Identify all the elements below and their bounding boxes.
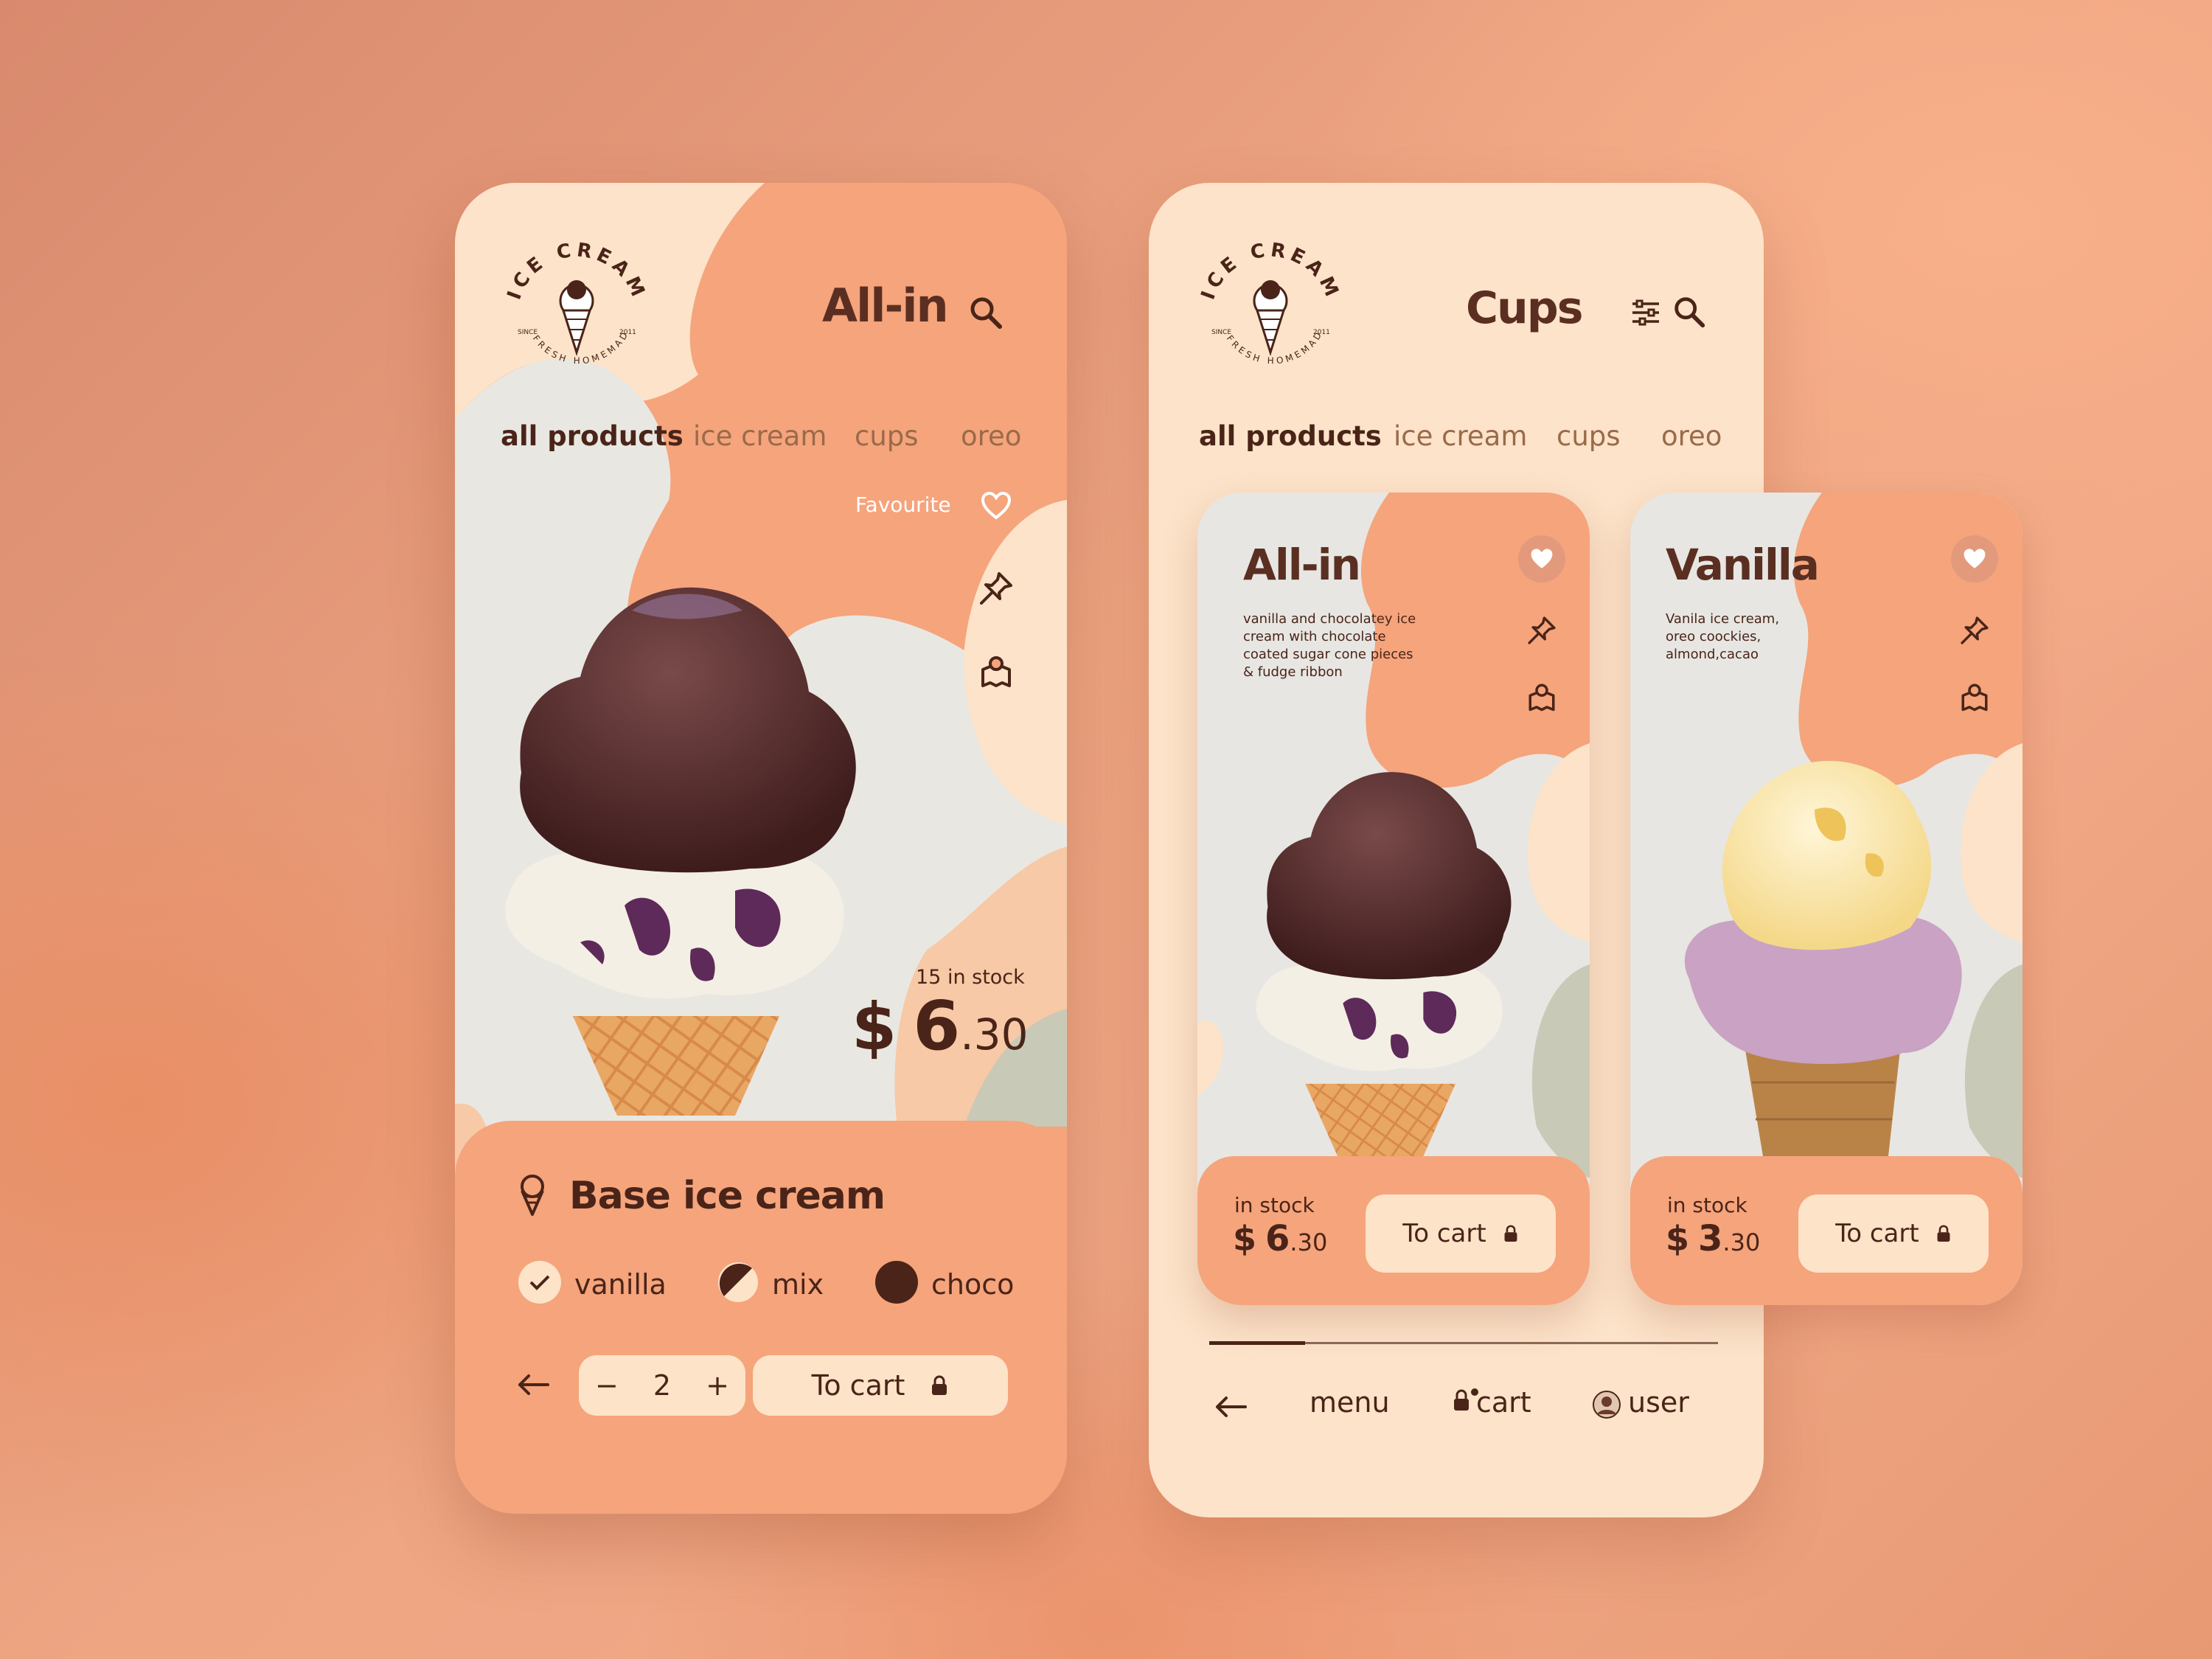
to-cart-button[interactable]: To cart	[1798, 1194, 1989, 1273]
price: $ 6 .30	[1233, 1218, 1327, 1259]
to-cart-label: To cart	[1835, 1219, 1919, 1248]
option-label-mix: mix	[772, 1268, 824, 1301]
pin-icon[interactable]	[1523, 612, 1560, 649]
svg-text:2011: 2011	[1313, 329, 1330, 336]
tab-ice-cream[interactable]: ice cream	[693, 420, 827, 452]
increment-button[interactable]: +	[706, 1369, 729, 1402]
card-title: All-in	[1243, 540, 1361, 590]
tab-oreo[interactable]: oreo	[961, 420, 1021, 452]
nav-cart[interactable]: cart	[1476, 1386, 1531, 1419]
price: $ 6 .30	[852, 987, 1029, 1065]
product-detail-screen: ICE CREAM FRESH HOMEMADE SINCE 2011 All-…	[455, 183, 1067, 1514]
price-cents: .30	[1290, 1228, 1328, 1256]
svg-text:SINCE: SINCE	[518, 329, 538, 336]
page-title: All-in	[822, 279, 949, 333]
to-cart-button[interactable]: To cart	[753, 1355, 1008, 1416]
check-icon[interactable]	[518, 1261, 561, 1304]
arrow-left-icon[interactable]	[514, 1370, 552, 1399]
tab-ice-cream[interactable]: ice cream	[1394, 420, 1527, 452]
stock-label: in stock	[1667, 1193, 1747, 1217]
nav-menu[interactable]: menu	[1310, 1386, 1390, 1419]
price: $ 3 .30	[1666, 1218, 1760, 1259]
lock-icon	[932, 1375, 947, 1395]
price-currency: $	[852, 989, 897, 1065]
price-main: 6	[913, 987, 961, 1065]
tab-all-products[interactable]: all products	[501, 420, 684, 452]
map-icon[interactable]	[1958, 680, 1992, 714]
options-sheet: Base ice cream vanilla mix choco − 2 + T…	[455, 1121, 1067, 1514]
to-cart-label: To cart	[811, 1369, 905, 1402]
price-currency: $	[1666, 1219, 1690, 1259]
brand-logo: ICE CREAM FRESH HOMEMADE SINCE 2011	[495, 231, 646, 366]
search-icon[interactable]	[965, 292, 1006, 333]
cone-icon	[514, 1172, 551, 1218]
card-description: vanilla and chocolatey ice cream with ch…	[1243, 611, 1416, 680]
tab-cups[interactable]: cups	[855, 420, 919, 452]
tab-cups[interactable]: cups	[1557, 420, 1621, 452]
svg-text:SINCE: SINCE	[1211, 329, 1231, 336]
lock-icon	[1937, 1225, 1950, 1242]
card-footer: in stock $ 3 .30 To cart	[1630, 1156, 2023, 1305]
quantity-stepper: − 2 +	[579, 1355, 745, 1416]
product-card-all-in[interactable]: All-in vanilla and chocolatey ice cream …	[1197, 493, 1590, 1305]
decrement-button[interactable]: −	[595, 1369, 619, 1402]
choco-swatch[interactable]	[875, 1261, 918, 1304]
card-footer: in stock $ 6 .30 To cart	[1197, 1156, 1590, 1305]
option-label-choco: choco	[931, 1268, 1015, 1301]
quantity-value: 2	[653, 1369, 672, 1402]
heart-icon[interactable]	[980, 490, 1012, 522]
card-title: Vanilla	[1666, 540, 1820, 590]
product-card-vanilla[interactable]: Vanilla Vanila ice cream, oreo coockies,…	[1630, 493, 2023, 1305]
to-cart-label: To cart	[1402, 1219, 1486, 1248]
price-currency: $	[1233, 1219, 1257, 1259]
price-cents: .30	[1722, 1228, 1761, 1256]
stock-label: in stock	[1234, 1193, 1315, 1217]
ice-cream-image	[1256, 772, 1512, 1156]
mix-swatch[interactable]	[717, 1261, 759, 1304]
pin-icon[interactable]	[1956, 612, 1993, 649]
map-icon[interactable]	[1525, 680, 1559, 714]
search-icon[interactable]	[1669, 292, 1709, 332]
ice-cream-image	[1684, 760, 1962, 1156]
heart-icon[interactable]	[1951, 535, 1998, 582]
page-title: Cups	[1466, 282, 1583, 334]
filter-icon[interactable]	[1628, 295, 1663, 330]
scroll-indicator	[1209, 1341, 1305, 1345]
lock-icon	[1504, 1225, 1517, 1242]
price-cents: .30	[960, 1009, 1029, 1060]
svg-text:2011: 2011	[619, 329, 636, 336]
option-label-vanilla: vanilla	[574, 1268, 667, 1301]
tab-all-products[interactable]: all products	[1199, 420, 1382, 452]
tab-oreo[interactable]: oreo	[1661, 420, 1722, 452]
card-description: Vanila ice cream, oreo coockies, almond,…	[1666, 611, 1780, 662]
to-cart-button[interactable]: To cart	[1366, 1194, 1556, 1273]
avatar[interactable]	[1593, 1391, 1621, 1419]
price-main: 6	[1265, 1218, 1290, 1259]
arrow-left-icon[interactable]	[1211, 1392, 1250, 1422]
nav-user[interactable]: user	[1628, 1386, 1689, 1419]
pin-icon[interactable]	[975, 568, 1017, 609]
brand-logo: ICE CREAM FRESH HOMEMADE SINCE 2011	[1189, 231, 1340, 366]
map-icon[interactable]	[977, 652, 1015, 690]
stock-label: 15 in stock	[916, 966, 1025, 989]
heart-icon[interactable]	[1518, 535, 1565, 582]
section-title: Base ice cream	[569, 1174, 886, 1218]
price-main: 3	[1698, 1218, 1723, 1259]
